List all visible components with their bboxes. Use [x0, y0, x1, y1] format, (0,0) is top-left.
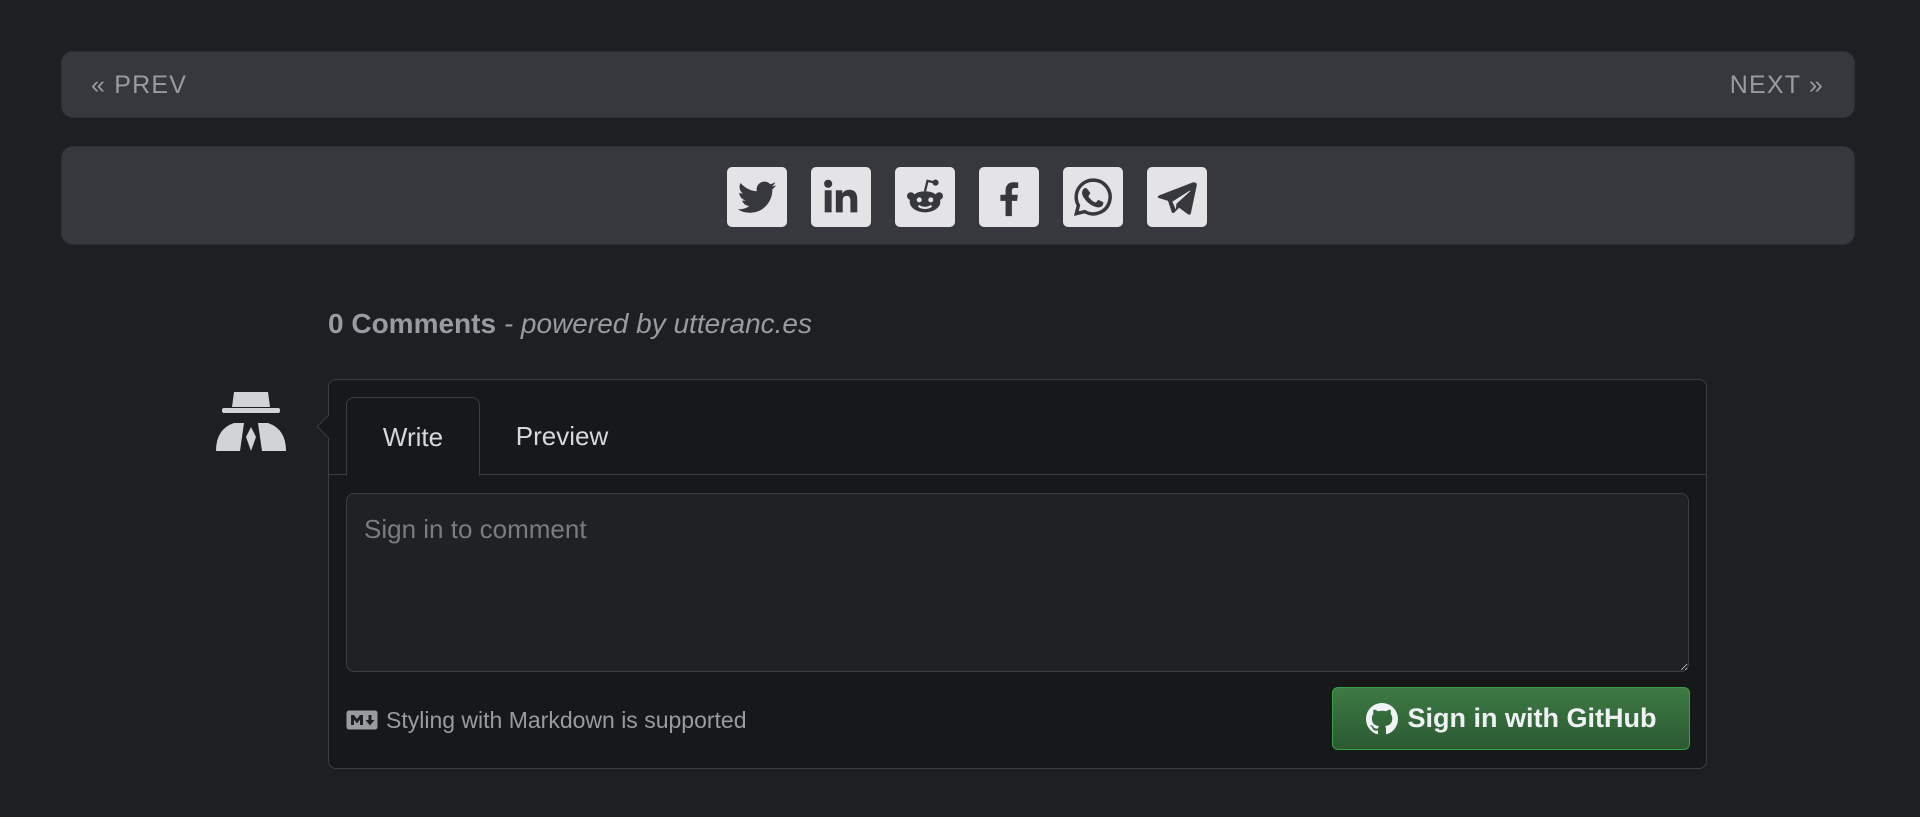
next-link[interactable]: NEXT »: [1730, 52, 1824, 119]
share-icons: [727, 167, 1207, 227]
share-bar: [61, 146, 1855, 245]
whatsapp-icon: [1070, 174, 1116, 220]
comment-input[interactable]: [346, 493, 1689, 672]
markdown-help-link[interactable]: Styling with Markdown is supported: [346, 705, 747, 735]
incognito-icon: [212, 385, 290, 463]
sign-in-github-button[interactable]: Sign in with GitHub: [1332, 687, 1690, 750]
markdown-hint-text: Styling with Markdown is supported: [386, 706, 747, 733]
share-whatsapp-button[interactable]: [1063, 167, 1123, 227]
tab-preview[interactable]: Preview: [495, 397, 629, 475]
post-navigation: « PREV NEXT »: [61, 51, 1855, 118]
share-linkedin-button[interactable]: [811, 167, 871, 227]
comments-count: 0 Comments: [328, 308, 497, 339]
powered-by-label: - powered by utteranc.es: [496, 308, 812, 339]
linkedin-icon: [818, 174, 864, 220]
github-icon: [1365, 702, 1398, 735]
share-reddit-button[interactable]: [895, 167, 955, 227]
comment-box: Write Preview Styling with Markdown is s…: [316, 379, 1707, 769]
markdown-icon: [346, 710, 378, 730]
twitter-icon: [734, 174, 780, 220]
comment-tabs: Write Preview: [329, 380, 1706, 476]
telegram-icon: [1154, 174, 1200, 220]
share-telegram-button[interactable]: [1147, 167, 1207, 227]
comments-header: 0 Comments - powered by utteranc.es: [328, 308, 812, 340]
share-facebook-button[interactable]: [979, 167, 1039, 227]
tab-write[interactable]: Write: [346, 397, 480, 476]
facebook-icon: [986, 174, 1032, 220]
reddit-icon: [902, 174, 948, 220]
sign-in-github-label: Sign in with GitHub: [1407, 703, 1657, 733]
share-twitter-button[interactable]: [727, 167, 787, 227]
prev-link[interactable]: « PREV: [91, 52, 187, 119]
anonymous-avatar: [212, 385, 290, 463]
